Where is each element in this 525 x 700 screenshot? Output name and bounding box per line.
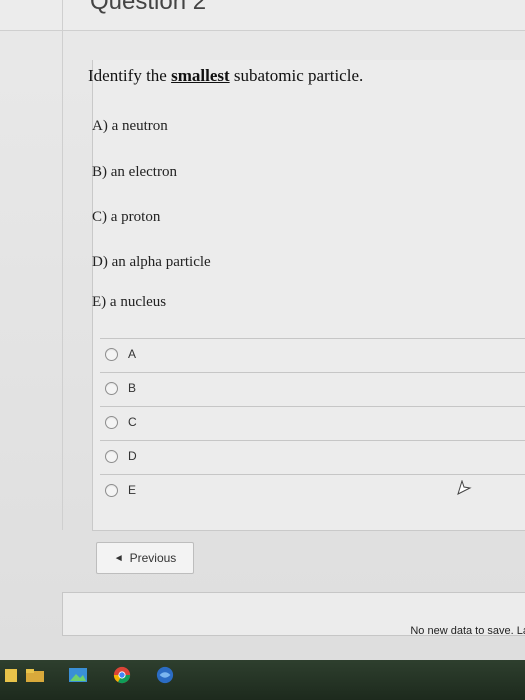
save-status-bar: No new data to save. La (62, 592, 525, 637)
chrome-icon[interactable] (112, 666, 132, 684)
answer-option-c[interactable]: C (105, 408, 137, 436)
save-status-text: No new data to save. La (410, 625, 525, 637)
question-title: Question 2 (90, 0, 207, 15)
question-header: Question 2 (0, 0, 525, 31)
answer-label-b: B (128, 381, 137, 395)
answer-label-c: C (128, 415, 137, 429)
previous-button[interactable]: ◄ Previous (96, 542, 194, 574)
previous-label: Previous (129, 551, 177, 565)
margin-divider (62, 0, 63, 530)
radio-button-d[interactable] (105, 449, 118, 463)
quiz-page: Question 2 Identify the smallest subatom… (0, 0, 525, 660)
prompt-text-start: Identify the (88, 66, 172, 85)
answer-divider (100, 474, 525, 475)
browser-icon[interactable] (155, 666, 175, 684)
choice-e: E) a nucleus (92, 294, 167, 310)
answer-label-a: A (128, 347, 137, 361)
answer-label-d: D (128, 449, 137, 463)
radio-button-c[interactable] (105, 415, 118, 429)
answer-option-d[interactable]: D (105, 442, 137, 470)
taskbar (0, 660, 525, 700)
answer-option-a[interactable]: A (105, 340, 136, 368)
radio-button-a[interactable] (105, 347, 118, 361)
choice-b: B) an electron (92, 164, 177, 180)
answer-divider (100, 440, 525, 441)
choice-c: C) a proton (92, 209, 161, 225)
answer-option-e[interactable]: E (105, 476, 136, 504)
radio-button-b[interactable] (105, 381, 118, 395)
mouse-pointer-icon (457, 480, 472, 495)
answer-divider (100, 338, 525, 339)
answer-divider (100, 372, 525, 373)
photos-icon[interactable] (68, 666, 88, 684)
prompt-emphasis: smallest (171, 66, 230, 85)
answer-divider (100, 406, 525, 407)
file-explorer-icon[interactable] (4, 666, 18, 684)
choice-a: A) a neutron (92, 118, 168, 134)
folder-icon[interactable] (25, 666, 45, 684)
radio-button-e[interactable] (105, 483, 118, 497)
choice-d: D) an alpha particle (92, 254, 211, 270)
answer-label-e: E (128, 483, 137, 497)
answer-option-b[interactable]: B (105, 374, 136, 402)
previous-arrow-icon: ◄ (113, 552, 124, 564)
prompt-text-end: subatomic particle. (229, 66, 364, 85)
question-prompt: Identify the smallest subatomic particle… (88, 66, 363, 86)
